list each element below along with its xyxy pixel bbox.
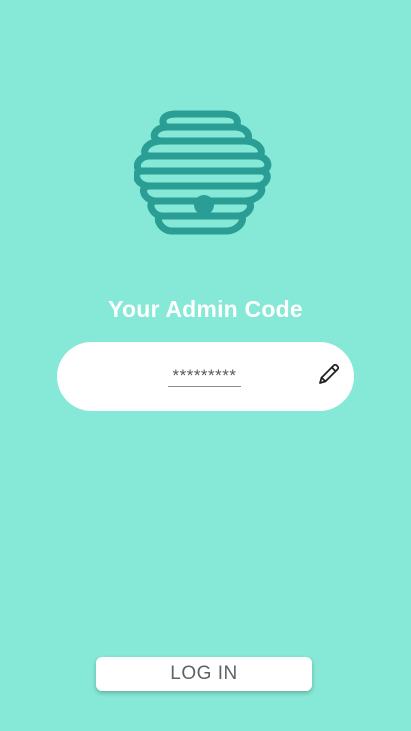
admin-code-field[interactable]: *********	[168, 364, 241, 387]
pencil-icon[interactable]	[314, 359, 344, 389]
hive-logo-icon	[133, 106, 274, 246]
page-title: Your Admin Code	[108, 296, 303, 322]
login-button[interactable]: LOG IN	[96, 657, 312, 691]
